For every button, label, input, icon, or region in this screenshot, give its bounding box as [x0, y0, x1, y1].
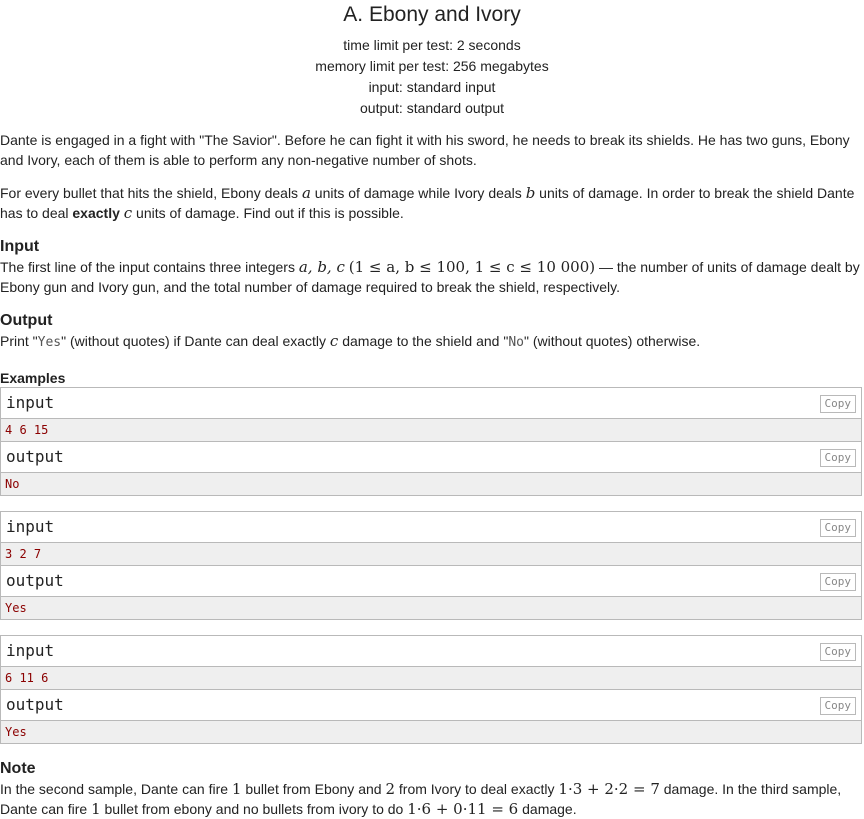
input-file: input: standard input [368, 79, 496, 95]
example-output-header: output Copy [1, 690, 861, 721]
examples-title: Examples [0, 370, 66, 386]
note-text-part: from Ivory to deal exactly [395, 781, 559, 797]
example-input-header: input Copy [1, 636, 861, 667]
problem-header: A. Ebony and Ivory time limit per test: … [0, 0, 864, 119]
input-text: The first line of the input contains thr… [0, 259, 299, 275]
bold-exactly: exactly [72, 205, 120, 221]
example-block-1: input Copy 4 6 15 output Copy No [0, 387, 862, 496]
statement-paragraph-2: For every bullet that hits the shield, E… [0, 183, 864, 223]
math-var-b: b [525, 184, 536, 202]
example-output-data: Yes [1, 721, 861, 743]
math-vars: a, b, c [298, 258, 345, 276]
time-limit: time limit per test: 2 seconds [343, 37, 521, 53]
output-specification: Output Print "Yes" (without quotes) if D… [0, 311, 864, 353]
output-label: output [6, 447, 64, 466]
note-title: Note [0, 760, 36, 777]
output-label: output [6, 571, 64, 590]
note-text-part: bullet from Ebony and [241, 781, 386, 797]
statement-paragraph-1: Dante is engaged in a fight with "The Sa… [0, 132, 850, 168]
example-input-data: 3 2 7 [1, 543, 861, 566]
math-constraint: (1 ≤ a, b ≤ 100, 1 ≤ c ≤ 10 000) [348, 258, 596, 276]
yes-token: Yes [37, 335, 62, 350]
note-math: 1 [91, 800, 101, 818]
input-specification: Input The first line of the input contai… [0, 237, 864, 297]
output-section-text: Print "Yes" (without quotes) if Dante ca… [0, 331, 864, 353]
example-input-header: input Copy [1, 388, 861, 419]
example-output-header: output Copy [1, 442, 861, 473]
note-math: 1·3 + 2·2 = 7 [558, 780, 660, 798]
problem-title: A. Ebony and Ivory [343, 3, 521, 26]
copy-button[interactable]: Copy [819, 395, 856, 413]
memory-limit: memory limit per test: 256 megabytes [315, 58, 549, 74]
statement-text: units of damage while Ivory deals [310, 185, 526, 201]
math-var-c: c [329, 332, 339, 350]
output-text: " (without quotes) if Dante can deal exa… [61, 333, 330, 349]
example-input-data: 6 11 6 [1, 667, 861, 690]
copy-button[interactable]: Copy [819, 449, 856, 467]
note-text-part: In the second sample, Dante can fire [0, 781, 232, 797]
input-section-text: The first line of the input contains thr… [0, 257, 864, 297]
input-label: input [6, 641, 55, 660]
example-block-2: input Copy 3 2 7 output Copy Yes [0, 511, 862, 620]
no-token: No [508, 335, 524, 350]
copy-button[interactable]: Copy [819, 697, 856, 715]
example-output-data: No [1, 473, 861, 495]
output-text: " (without quotes) otherwise. [523, 333, 701, 349]
note-text-part: damage. [518, 801, 577, 817]
copy-button[interactable]: Copy [819, 519, 856, 537]
example-output-data: Yes [1, 597, 861, 619]
math-var-a: a [301, 184, 311, 202]
input-section-title: Input [0, 238, 40, 255]
example-block-3: input Copy 6 11 6 output Copy Yes [0, 635, 862, 744]
copy-button[interactable]: Copy [819, 573, 856, 591]
problem-statement: Dante is engaged in a fight with "The Sa… [0, 130, 864, 223]
examples-section: Examples input Copy 4 6 15 output Copy N… [0, 369, 864, 744]
output-label: output [6, 695, 64, 714]
output-file: output: standard output [360, 100, 504, 116]
output-text: damage to the shield and " [342, 333, 509, 349]
note-section: Note In the second sample, Dante can fir… [0, 759, 864, 819]
math-var-c: c [123, 204, 133, 222]
note-text: In the second sample, Dante can fire 1 b… [0, 779, 864, 819]
input-label: input [6, 517, 55, 536]
statement-text: units of damage. Find out if this is pos… [132, 205, 404, 221]
output-section-title: Output [0, 312, 53, 329]
note-math: 1·6 + 0·11 = 6 [407, 800, 519, 818]
output-text: Print " [0, 333, 38, 349]
note-text-part: bullet from ebony and no bullets from iv… [100, 801, 408, 817]
input-label: input [6, 393, 55, 412]
statement-text: For every bullet that hits the shield, E… [0, 185, 302, 201]
note-math: 2 [385, 780, 395, 798]
example-input-header: input Copy [1, 512, 861, 543]
copy-button[interactable]: Copy [819, 643, 856, 661]
example-output-header: output Copy [1, 566, 861, 597]
example-input-data: 4 6 15 [1, 419, 861, 442]
